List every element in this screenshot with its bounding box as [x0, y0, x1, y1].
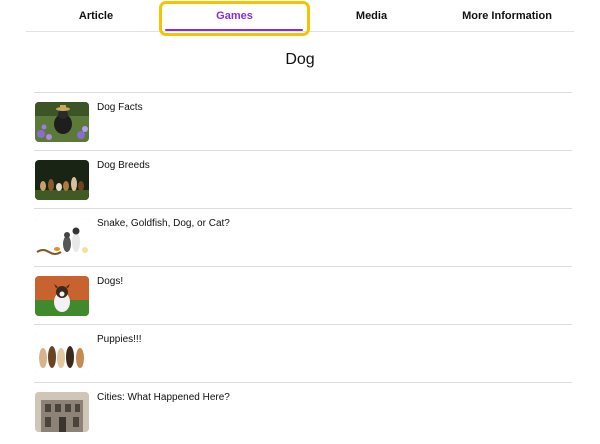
tab-article[interactable]: Article — [26, 0, 166, 31]
item-title: Dog Facts — [97, 102, 143, 113]
list-item-dog-breeds[interactable]: Dog Breeds — [34, 150, 572, 208]
page-title: Dog — [285, 51, 315, 68]
tab-media[interactable]: Media — [303, 0, 440, 31]
item-title: Snake, Goldfish, Dog, or Cat? — [97, 218, 230, 229]
tab-bar: Article Games Media More Information — [26, 0, 574, 32]
list-item-puppies[interactable]: Puppies!!! — [34, 324, 572, 382]
list-item-snake-goldfish-dog-cat[interactable]: Snake, Goldfish, Dog, or Cat? — [34, 208, 572, 266]
active-tab-indicator — [165, 29, 303, 31]
item-title: Puppies!!! — [97, 334, 142, 345]
puppies-row-thumbnail — [35, 334, 89, 374]
tab-games[interactable]: Games — [166, 0, 303, 31]
pets-lineup-thumbnail — [35, 218, 89, 258]
item-title: Dogs! — [97, 276, 124, 287]
dogs-group-dark-thumbnail — [35, 160, 89, 200]
old-building-thumbnail — [35, 392, 89, 432]
list-item-cities[interactable]: Cities: What Happened Here? — [34, 382, 572, 440]
games-list: Dog Facts Dog Breeds Snake, Goldfish, Do… — [34, 92, 572, 440]
item-title: Cities: What Happened Here? — [97, 392, 230, 403]
item-title: Dog Breeds — [97, 160, 150, 171]
list-item-dog-facts[interactable]: Dog Facts — [34, 92, 572, 150]
tab-more-information[interactable]: More Information — [440, 0, 574, 31]
dog-in-flowers-thumbnail — [35, 102, 89, 142]
dog-on-grass-thumbnail — [35, 276, 89, 316]
list-item-dogs[interactable]: Dogs! — [34, 266, 572, 324]
